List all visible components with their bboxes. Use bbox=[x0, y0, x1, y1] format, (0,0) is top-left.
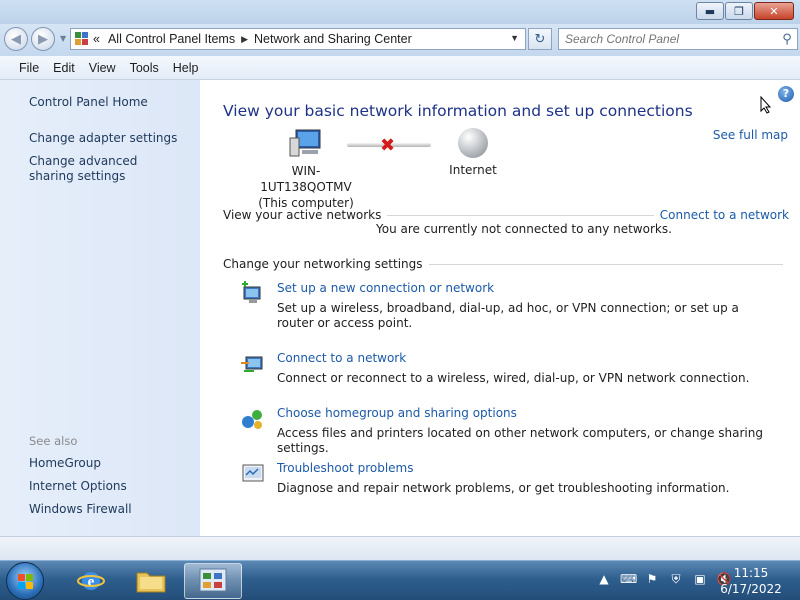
breadcrumb-separator-icon[interactable]: ▶ bbox=[241, 34, 248, 45]
troubleshoot-description: Diagnose and repair network problems, or… bbox=[277, 481, 730, 495]
search-box[interactable]: ⚲ bbox=[558, 28, 798, 50]
menu-tools[interactable]: Tools bbox=[123, 61, 166, 75]
internet-globe-icon[interactable] bbox=[458, 128, 488, 158]
help-icon[interactable]: ? bbox=[778, 86, 794, 102]
address-bar[interactable]: « All Control Panel Items ▶ Network and … bbox=[70, 28, 526, 50]
search-icon[interactable]: ⚲ bbox=[777, 32, 797, 47]
internet-explorer-icon: e bbox=[77, 572, 105, 590]
security-shield-icon[interactable]: ⛨ bbox=[668, 571, 684, 587]
computer-name-label: WIN-1UT138QOTMV (This computer) bbox=[258, 164, 354, 210]
menu-edit[interactable]: Edit bbox=[46, 61, 82, 75]
action-center-flag-icon[interactable]: ⚑ bbox=[644, 571, 660, 587]
change-adapter-settings-link[interactable]: Change adapter settings bbox=[29, 131, 189, 146]
troubleshoot-icon bbox=[242, 464, 264, 482]
left-navigation-pane: Control Panel Home Change adapter settin… bbox=[0, 80, 200, 536]
change-advanced-sharing-link[interactable]: Change advanced sharing settings bbox=[29, 154, 179, 184]
refresh-button[interactable]: ↻ bbox=[528, 28, 552, 50]
connect-network-link[interactable]: Connect to a network bbox=[277, 351, 406, 365]
taskbar: e ▲ ⌨ ⚑ ⛨ ▣ 🔇 11:15 6/17/2022 bbox=[0, 560, 800, 600]
status-bar bbox=[0, 536, 800, 560]
breadcrumb-overflow[interactable]: « bbox=[93, 32, 100, 46]
start-button[interactable] bbox=[6, 562, 44, 600]
address-dropdown-icon[interactable]: ▼ bbox=[510, 33, 519, 43]
taskbar-explorer[interactable] bbox=[122, 563, 180, 599]
menu-view[interactable]: View bbox=[82, 61, 123, 75]
window-controls: ▬ ❐ ✕ bbox=[696, 2, 794, 20]
mouse-cursor-icon bbox=[760, 96, 772, 114]
connect-to-network-link[interactable]: Connect to a network bbox=[660, 208, 789, 222]
show-hidden-icons-icon[interactable]: ▲ bbox=[596, 571, 612, 587]
control-panel-icon bbox=[199, 568, 227, 592]
homegroup-sharing-description: Access files and printers located on oth… bbox=[277, 426, 763, 455]
control-panel-icon bbox=[75, 32, 89, 46]
main-content: ? View your basic network information an… bbox=[200, 80, 800, 536]
windows-firewall-link[interactable]: Windows Firewall bbox=[29, 502, 189, 517]
connect-network-description: Connect or reconnect to a wireless, wire… bbox=[277, 371, 750, 385]
keyboard-icon[interactable]: ⌨ bbox=[620, 571, 637, 587]
window-titlebar: ▬ ❐ ✕ bbox=[0, 0, 800, 24]
folder-icon bbox=[136, 572, 166, 593]
troubleshoot-link[interactable]: Troubleshoot problems bbox=[277, 461, 413, 475]
navigation-bar: ◀ ▶ ▼ « All Control Panel Items ▶ Networ… bbox=[0, 24, 800, 56]
see-also-label: See also bbox=[29, 434, 78, 448]
back-button[interactable]: ◀ bbox=[4, 27, 28, 51]
menu-help[interactable]: Help bbox=[166, 61, 206, 75]
change-settings-section: Change your networking settings bbox=[223, 256, 789, 272]
divider bbox=[428, 263, 783, 265]
setup-connection-description: Set up a wireless, broadband, dial-up, a… bbox=[277, 301, 739, 330]
breadcrumb-all-items[interactable]: All Control Panel Items bbox=[108, 32, 235, 46]
clock-time: 11:15 bbox=[733, 566, 769, 580]
setup-connection-link[interactable]: Set up a new connection or network bbox=[277, 281, 494, 295]
connect-network-icon bbox=[241, 356, 263, 372]
windows-logo-icon bbox=[18, 574, 34, 590]
active-networks-section: View your active networks Connect to a n… bbox=[223, 207, 789, 223]
maximize-button[interactable]: ❐ bbox=[725, 2, 753, 20]
computer-icon[interactable] bbox=[288, 128, 322, 158]
notification-area: ▲ ⌨ ⚑ ⛨ ▣ 🔇 bbox=[596, 571, 732, 587]
clock-date: 6/17/2022 bbox=[720, 582, 782, 596]
recent-pages-dropdown[interactable]: ▼ bbox=[60, 34, 66, 43]
breadcrumb-network-sharing[interactable]: Network and Sharing Center bbox=[254, 32, 412, 46]
see-full-map-link[interactable]: See full map bbox=[713, 128, 788, 142]
change-settings-label: Change your networking settings bbox=[223, 257, 423, 271]
close-button[interactable]: ✕ bbox=[754, 2, 794, 20]
page-title: View your basic network information and … bbox=[223, 102, 693, 120]
homegroup-link[interactable]: HomeGroup bbox=[29, 456, 189, 471]
system-clock[interactable]: 11:15 6/17/2022 bbox=[716, 565, 786, 597]
disconnected-x-icon[interactable]: ✖ bbox=[380, 135, 395, 156]
menu-bar: File Edit View Tools Help bbox=[0, 56, 800, 80]
control-panel-home-link[interactable]: Control Panel Home bbox=[29, 95, 189, 110]
internet-options-link[interactable]: Internet Options bbox=[29, 479, 189, 494]
divider bbox=[387, 214, 654, 216]
active-networks-label: View your active networks bbox=[223, 208, 382, 222]
network-disconnected-icon[interactable]: ▣ bbox=[692, 571, 708, 587]
forward-button[interactable]: ▶ bbox=[31, 27, 55, 51]
taskbar-control-panel[interactable] bbox=[184, 563, 242, 599]
setup-connection-icon bbox=[242, 281, 261, 303]
search-input[interactable] bbox=[559, 32, 777, 46]
minimize-button[interactable]: ▬ bbox=[696, 2, 724, 20]
homegroup-sharing-link[interactable]: Choose homegroup and sharing options bbox=[277, 406, 517, 420]
not-connected-message: You are currently not connected to any n… bbox=[376, 222, 672, 236]
menu-file[interactable]: File bbox=[12, 61, 46, 75]
taskbar-internet-explorer[interactable]: e bbox=[62, 563, 120, 599]
internet-label: Internet bbox=[449, 163, 497, 177]
homegroup-icon bbox=[242, 410, 262, 429]
